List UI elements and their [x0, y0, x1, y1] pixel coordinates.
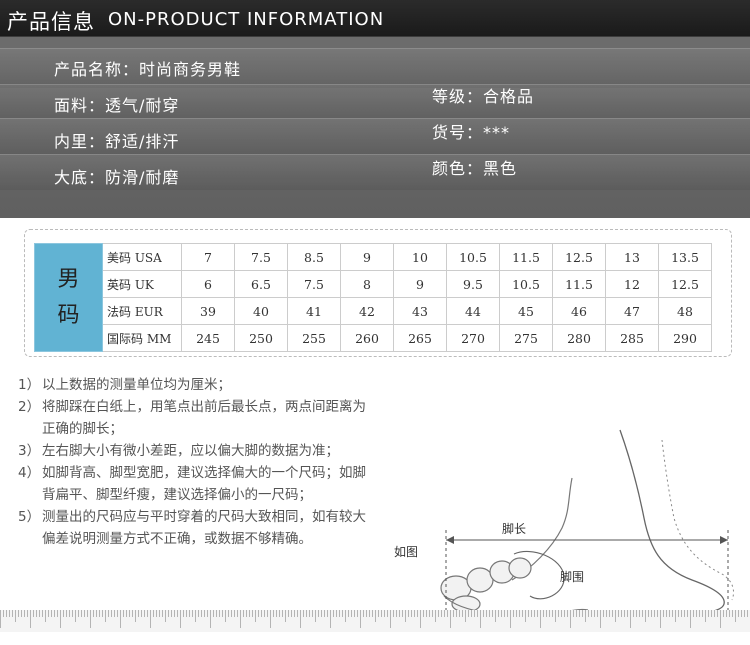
diagram-girth-label: 脚围 — [560, 570, 585, 584]
size-cell: 12 — [605, 270, 659, 298]
product-grade: 等级：合格品 — [432, 87, 535, 106]
panel-header: 产品信息 ON-PRODUCT INFORMATION — [0, 0, 750, 37]
product-color: 颜色：黑色 — [432, 159, 518, 178]
size-cell: 39 — [181, 297, 235, 325]
note-number: 1） — [18, 377, 41, 393]
size-cell: 10 — [393, 243, 447, 271]
note-item: 3） 左右脚大小有微小差距，应以偏大脚的数据为准； — [18, 440, 378, 462]
measuring-ruler — [0, 610, 750, 632]
size-cell: 11.5 — [499, 243, 553, 271]
diagram-example-label: 如图 — [394, 545, 419, 559]
size-cell: 42 — [340, 297, 394, 325]
header-title-en: ON-PRODUCT INFORMATION — [108, 9, 385, 30]
product-info-panel: 产品信息 ON-PRODUCT INFORMATION 产品名称：时尚商务男鞋 … — [0, 0, 750, 218]
note-item: 5） 测量出的尺码应与平时穿着的尺码大致相同，如有较大偏差说明测量方式不正确，或数… — [18, 506, 378, 550]
size-cell: 10.5 — [499, 270, 553, 298]
size-cell: 43 — [393, 297, 447, 325]
note-number: 4） — [18, 465, 41, 481]
note-text: 如脚背高、脚型宽肥，建议选择偏大的一个尺码；如脚背扁平、脚型纤瘦，建议选择偏小的… — [42, 465, 366, 503]
size-cell: 6 — [181, 270, 235, 298]
foot-diagram: 如图 脚长 脚围 — [392, 418, 742, 622]
size-cell: 48 — [658, 297, 712, 325]
size-cell: 260 — [340, 324, 394, 352]
size-cell: 12.5 — [658, 270, 712, 298]
note-number: 2） — [18, 399, 41, 415]
product-name: 产品名称：时尚商务男鞋 — [54, 60, 242, 79]
size-cell: 7 — [181, 243, 235, 271]
note-text: 测量出的尺码应与平时穿着的尺码大致相同，如有较大偏差说明测量方式不正确，或数据不… — [42, 509, 366, 547]
size-cell: 7.5 — [234, 243, 288, 271]
size-cell: 11.5 — [552, 270, 606, 298]
size-system-label: 法码 EUR — [102, 297, 182, 325]
foot-illustration — [440, 429, 735, 616]
size-cell: 40 — [234, 297, 288, 325]
product-item-no: 货号：*** — [432, 123, 511, 142]
header-title-cn: 产品信息 — [7, 10, 95, 34]
size-cell: 9 — [340, 243, 394, 271]
note-text: 左右脚大小有微小差距，应以偏大脚的数据为准； — [42, 443, 339, 459]
note-text: 以上数据的测量单位均为厘米； — [42, 377, 231, 393]
size-cell: 47 — [605, 297, 659, 325]
size-cell: 13 — [605, 243, 659, 271]
size-cell: 45 — [499, 297, 553, 325]
size-row: 男码美码 USA 7 7.5 8.5 9 10 10.5 11.5 12.5 13 13.5 — [34, 243, 712, 352]
size-chart-table: 男码美码 USA 7 7.5 8.5 9 10 10.5 11.5 12.5 13 13.5 英码 U… — [34, 243, 712, 352]
size-cell: 6.5 — [234, 270, 288, 298]
size-cell: 46 — [552, 297, 606, 325]
note-text: 将脚踩在白纸上，用笔点出前后最长点，两点间距离为正确的脚长； — [42, 399, 366, 437]
size-system-label: 英码 UK — [102, 270, 182, 298]
size-cell: 13.5 — [658, 243, 712, 271]
size-cell: 270 — [446, 324, 500, 352]
ruler-body — [0, 610, 750, 632]
size-cell: 44 — [446, 297, 500, 325]
note-item: 1） 以上数据的测量单位均为厘米； — [18, 374, 378, 396]
size-cell: 285 — [605, 324, 659, 352]
note-item: 4） 如脚背高、脚型宽肥，建议选择偏大的一个尺码；如脚背扁平、脚型纤瘦，建议选择偏… — [18, 462, 378, 506]
size-row: 国际码 MM 245 250 255 260 265 270 275 280 285 290 — [35, 324, 712, 352]
size-cell: 280 — [552, 324, 606, 352]
size-cell: 41 — [287, 297, 341, 325]
size-cell: 8 — [340, 270, 394, 298]
note-number: 5） — [18, 509, 41, 525]
size-system-label: 美码 USA — [102, 243, 182, 271]
product-material: 面料：透气/耐穿 — [54, 96, 180, 115]
size-cell: 255 — [287, 324, 341, 352]
size-system-label: 国际码 MM — [102, 324, 182, 352]
size-cell: 275 — [499, 324, 553, 352]
size-cell: 265 — [393, 324, 447, 352]
note-number: 3） — [18, 443, 41, 459]
product-sole: 大底：防滑/耐磨 — [54, 168, 180, 187]
size-cell: 250 — [234, 324, 288, 352]
size-cell: 290 — [658, 324, 712, 352]
size-cell: 9.5 — [446, 270, 500, 298]
size-row: 法码 EUR 39 40 41 42 43 44 45 46 47 48 — [35, 297, 712, 325]
diagram-length-label: 脚长 — [502, 522, 527, 536]
size-row: 英码 UK 6 6.5 7.5 8 9 9.5 10.5 11.5 12 12.5 — [35, 270, 712, 298]
measurement-notes: 1） 以上数据的测量单位均为厘米； 2） 将脚踩在白纸上，用笔点出前后最长点，两点间距… — [18, 374, 378, 550]
product-lining: 内里：舒适/排汗 — [54, 132, 180, 151]
size-cell: 9 — [393, 270, 447, 298]
note-item: 2） 将脚踩在白纸上，用笔点出前后最长点，两点间距离为正确的脚长； — [18, 396, 378, 440]
gender-label: 男码 — [34, 243, 103, 352]
size-cell: 12.5 — [552, 243, 606, 271]
size-cell: 245 — [181, 324, 235, 352]
size-cell: 7.5 — [287, 270, 341, 298]
size-cell: 10.5 — [446, 243, 500, 271]
size-cell: 8.5 — [287, 243, 341, 271]
